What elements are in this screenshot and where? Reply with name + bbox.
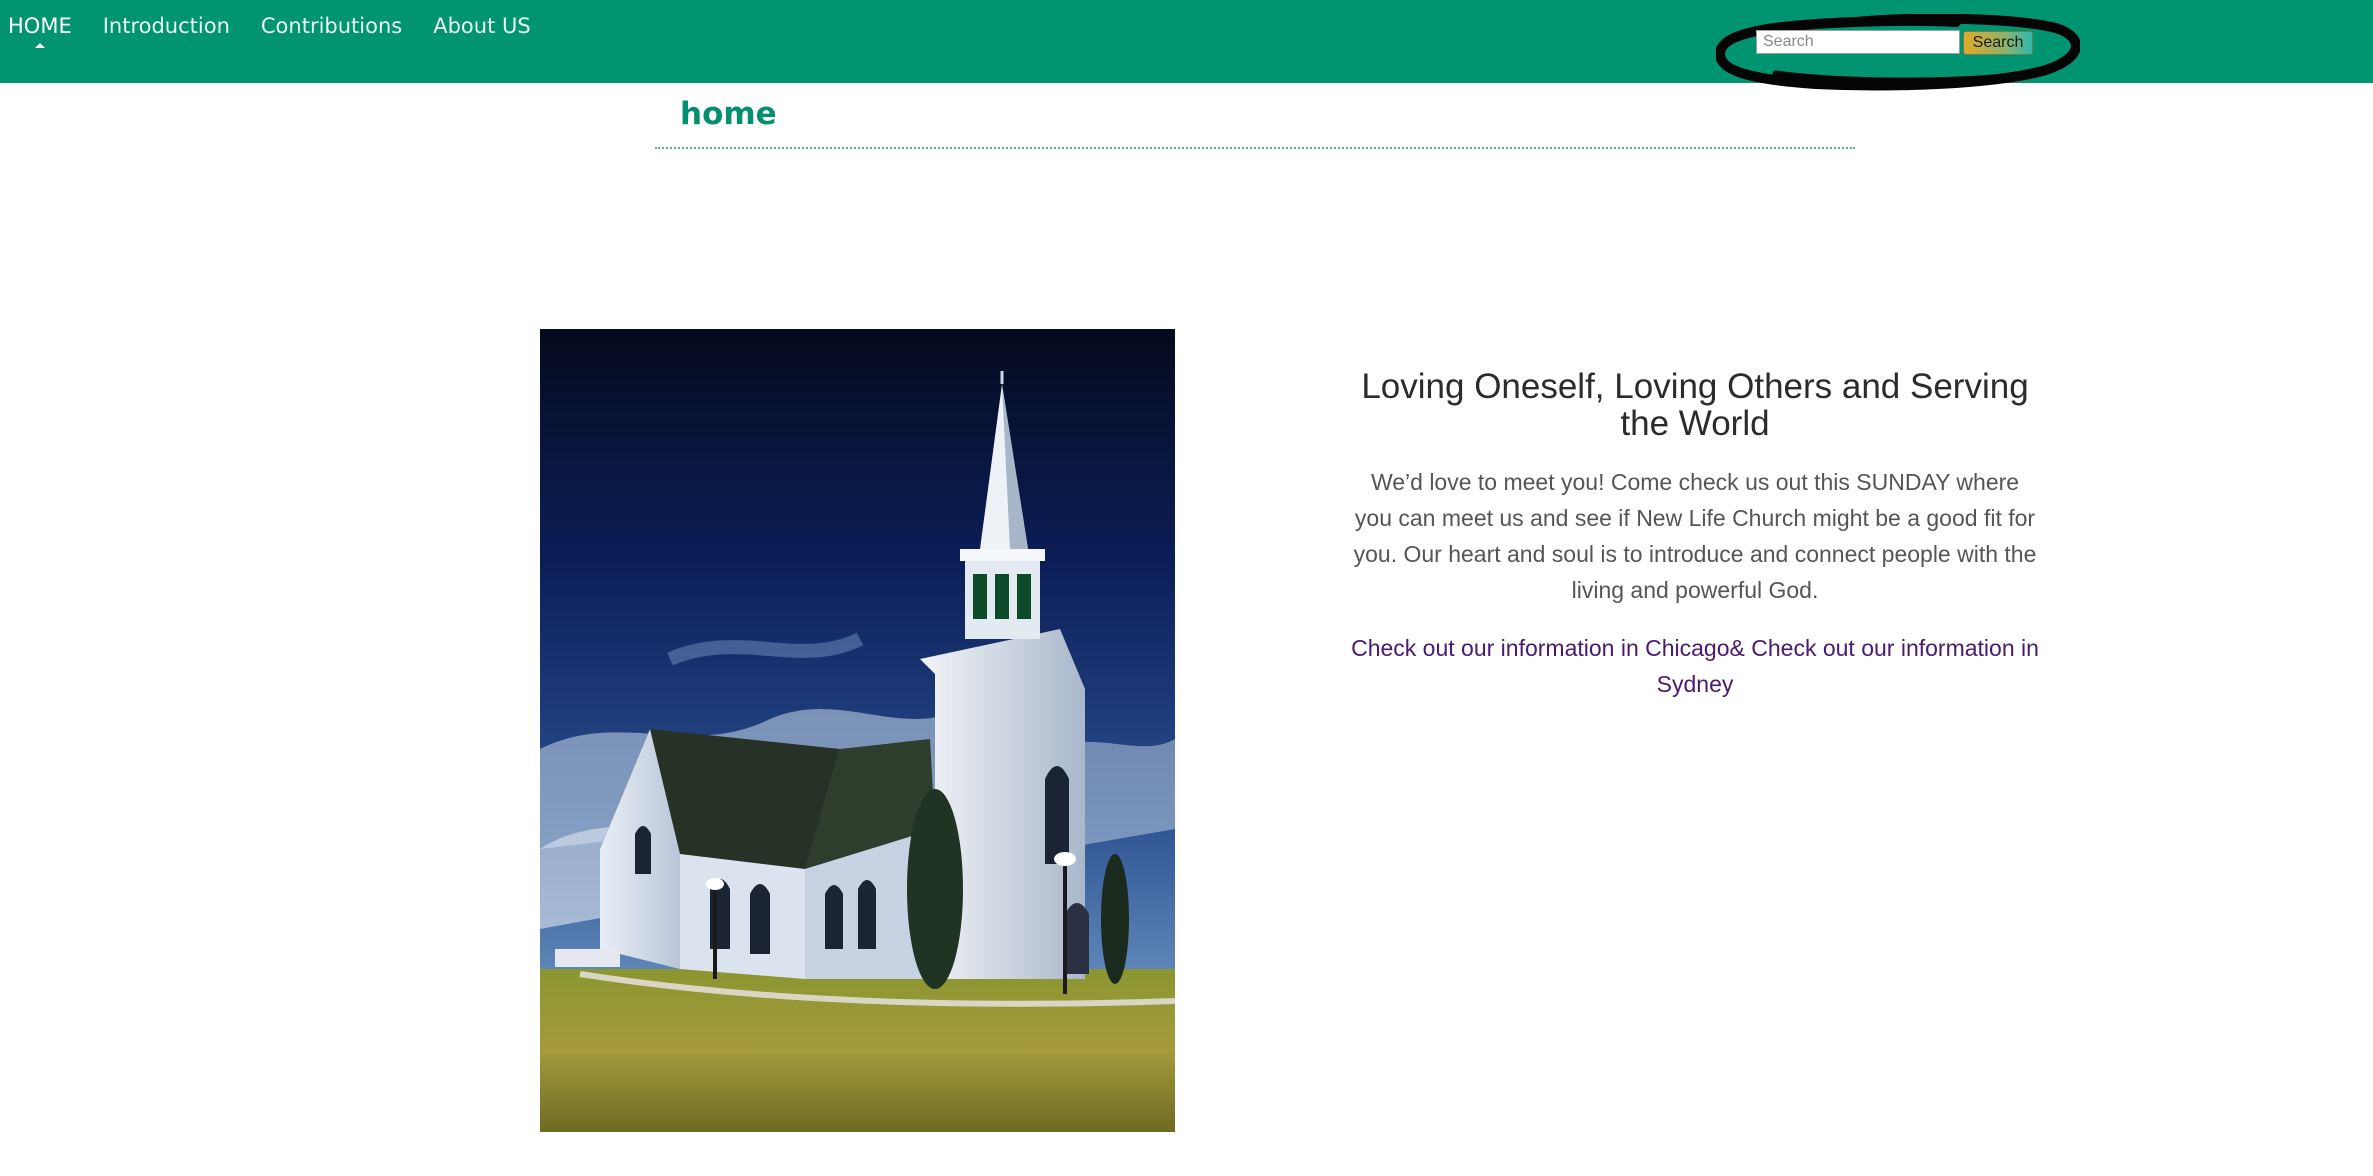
top-navigation-bar: HOME Introduction Contributions About US… bbox=[0, 0, 2373, 91]
nav-item-label: Contributions bbox=[260, 14, 403, 38]
title-divider bbox=[655, 147, 1855, 149]
main-nav: HOME Introduction Contributions About US bbox=[0, 0, 554, 52]
nav-item-label: About US bbox=[433, 14, 531, 38]
nav-item-home[interactable]: HOME bbox=[0, 0, 80, 52]
search-button[interactable]: Search bbox=[1963, 31, 2033, 55]
welcome-headline: Loving Oneself, Loving Others and Servin… bbox=[1361, 367, 2029, 443]
nav-item-introduction[interactable]: Introduction bbox=[95, 0, 238, 52]
search-input[interactable] bbox=[1756, 30, 1960, 54]
welcome-section: Loving Oneself, Loving Others and Servin… bbox=[1335, 368, 2055, 702]
church-photo bbox=[540, 329, 1175, 1132]
link-separator: & bbox=[1729, 635, 1752, 661]
location-links: Check out our information in Chicago& Ch… bbox=[1335, 630, 2055, 702]
chicago-info-link[interactable]: Check out our information in Chicago bbox=[1351, 635, 1729, 661]
search-form: Search bbox=[1716, 14, 2080, 91]
active-caret-icon bbox=[34, 43, 45, 48]
nav-item-contributions[interactable]: Contributions bbox=[253, 0, 410, 52]
page-title: home bbox=[680, 96, 777, 132]
nav-item-about-us[interactable]: About US bbox=[425, 0, 538, 52]
welcome-paragraph: We’d love to meet you! Come check us out… bbox=[1353, 469, 2037, 603]
nav-item-label: Introduction bbox=[102, 14, 230, 38]
nav-item-label: HOME bbox=[8, 14, 72, 38]
